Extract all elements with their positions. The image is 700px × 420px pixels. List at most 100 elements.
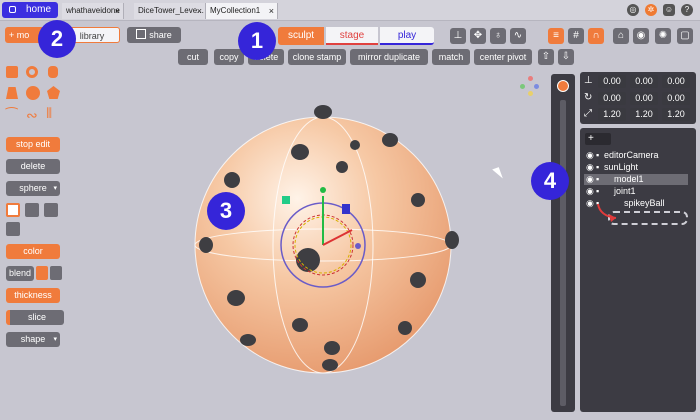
position-x-input[interactable]: 0.00 (598, 75, 626, 88)
add-node-button[interactable]: + (585, 133, 611, 145)
scale-z-input[interactable]: 1.20 (662, 108, 690, 121)
doc-tab-mycollection1[interactable]: MyCollection1 × (206, 3, 278, 19)
lock-icon[interactable]: ▪ (596, 186, 599, 197)
layer-slider-track[interactable] (560, 100, 566, 406)
visibility-icon[interactable]: ◉ (586, 150, 594, 161)
doc-tab-whathaveidone[interactable]: whathaveidone × (62, 3, 124, 19)
blend-sharp-icon[interactable] (50, 266, 62, 280)
tab-sculpt[interactable]: sculpt (278, 27, 324, 45)
match-button[interactable]: match (432, 49, 470, 65)
settings-icon[interactable]: ✲ (645, 4, 657, 16)
discord-icon[interactable]: ☺ (663, 4, 675, 16)
doc-tab-dicetower[interactable]: DiceTower_Leve... × (134, 3, 206, 19)
tree-item-model1[interactable]: ◉ ▪ model1 (584, 174, 688, 185)
current-color-swatch[interactable] (557, 80, 569, 92)
scale-y-input[interactable]: 1.20 (630, 108, 658, 121)
shape-type-dropdown[interactable]: sphere ▾ (6, 181, 60, 196)
position-y-input[interactable]: 0.00 (630, 75, 658, 88)
paint-mode-icon[interactable] (6, 222, 20, 236)
rotation-y-input[interactable]: 0.00 (630, 92, 658, 105)
shape-dropdown[interactable]: shape ▾ (6, 332, 60, 347)
delete-shape-button[interactable]: delete (6, 159, 60, 174)
help-icon[interactable]: ? (681, 4, 693, 16)
spike (291, 144, 309, 160)
visibility-icon[interactable]: ◉ (586, 186, 594, 197)
z-axis-handle[interactable] (342, 204, 350, 214)
visibility-icon[interactable]: ◉ (586, 162, 594, 173)
close-icon[interactable]: × (269, 3, 274, 19)
rotation-icon: ↻ (584, 92, 593, 103)
share-button[interactable]: share (127, 27, 181, 43)
spike (240, 334, 256, 346)
blend-smooth-icon[interactable] (36, 266, 48, 280)
lock-icon[interactable]: ▪ (596, 174, 599, 185)
lock-icon[interactable]: ▪ (596, 150, 599, 161)
visibility-icon[interactable]: ◉ (586, 198, 594, 209)
match-label: match (438, 52, 464, 62)
mirror-duplicate-button[interactable]: mirror duplicate (350, 49, 428, 65)
slice-button[interactable]: slice (6, 310, 64, 325)
center-pivot-button[interactable]: center pivot (474, 49, 532, 65)
color-button[interactable]: color (6, 244, 60, 259)
clone-stamp-button[interactable]: clone stamp (288, 49, 346, 65)
close-icon[interactable]: × (197, 3, 202, 19)
cone-shape-icon[interactable] (6, 87, 18, 99)
grid-icon[interactable]: # (568, 28, 584, 44)
tab-stage[interactable]: stage (326, 27, 378, 45)
list-view-icon[interactable]: ≡ (548, 28, 564, 44)
close-icon[interactable]: × (115, 3, 120, 19)
tree-item-editorcamera[interactable]: ◉ ▪ editorCamera (584, 150, 688, 161)
plane-handle[interactable] (282, 196, 290, 204)
rotation-x-input[interactable]: 0.00 (598, 92, 626, 105)
viewport-model[interactable] (190, 100, 460, 380)
spike (324, 341, 340, 355)
layer-strip[interactable] (551, 74, 575, 412)
scale-x-input[interactable]: 1.20 (598, 108, 626, 121)
lock-icon[interactable]: ▪ (596, 162, 599, 173)
tree-item-joint1[interactable]: ◉ ▪ joint1 (584, 186, 688, 197)
tab-play[interactable]: play (380, 27, 434, 45)
delete-shape-label: delete (20, 161, 46, 171)
sculpt-label: sculpt (287, 30, 315, 41)
rotation-z-input[interactable]: 0.00 (662, 92, 690, 105)
curve-shape-icon[interactable]: ⁀ (6, 108, 17, 122)
position-z-input[interactable]: 0.00 (662, 75, 690, 88)
home-tab[interactable]: home (2, 2, 58, 18)
torus-shape-icon[interactable] (26, 66, 38, 78)
gizmo-point[interactable] (355, 243, 361, 249)
color-label: color (23, 246, 43, 256)
tree-item-sunlight[interactable]: ◉ ▪ sunLight (584, 162, 688, 173)
pentagon-shape-icon[interactable] (47, 86, 60, 99)
frame-icon[interactable]: ▢ (677, 28, 693, 44)
thickness-button[interactable]: thickness (6, 288, 60, 303)
cylinder-shape-icon[interactable] (48, 66, 58, 78)
cube-shape-icon[interactable] (6, 66, 18, 78)
y-axis-tip[interactable] (320, 187, 326, 193)
gizmo-pivot-icon[interactable]: ⊥ (450, 28, 466, 44)
home-icon (9, 6, 16, 13)
sphere-shape-icon[interactable] (26, 86, 40, 100)
copy-button[interactable]: copy (214, 49, 244, 65)
subtract-mode-icon[interactable] (25, 203, 39, 217)
add-mode-icon[interactable] (6, 203, 20, 217)
home-view-icon[interactable]: ⌂ (613, 28, 629, 44)
light-icon[interactable]: ✺ (655, 28, 671, 44)
visibility-icon[interactable]: ◉ (586, 174, 594, 185)
compass-icon[interactable]: ◎ (627, 4, 639, 16)
download-icon[interactable]: ⇩ (558, 49, 574, 65)
annotation-badge-3: 3 (207, 192, 245, 230)
gizmo-move-icon[interactable]: ✥ (470, 28, 486, 44)
spline-shape-icon[interactable]: ∾ (26, 108, 38, 122)
stop-edit-button[interactable]: stop edit (6, 137, 60, 152)
orientation-widget-icon[interactable] (520, 76, 540, 96)
cut-label: cut (186, 52, 199, 62)
upload-icon[interactable]: ⇧ (538, 49, 554, 65)
cut-button[interactable]: cut (178, 49, 208, 65)
object-view-icon[interactable]: ◉ (633, 28, 649, 44)
intersect-mode-icon[interactable] (44, 203, 58, 217)
gizmo-rotate-icon[interactable]: ♁ (490, 28, 506, 44)
blend-button[interactable]: blend (6, 266, 34, 281)
lines-shape-icon[interactable]: ⦀ (46, 106, 52, 120)
magnet-icon[interactable]: ∩ (588, 28, 604, 44)
gizmo-scale-icon[interactable]: ∿ (510, 28, 526, 44)
